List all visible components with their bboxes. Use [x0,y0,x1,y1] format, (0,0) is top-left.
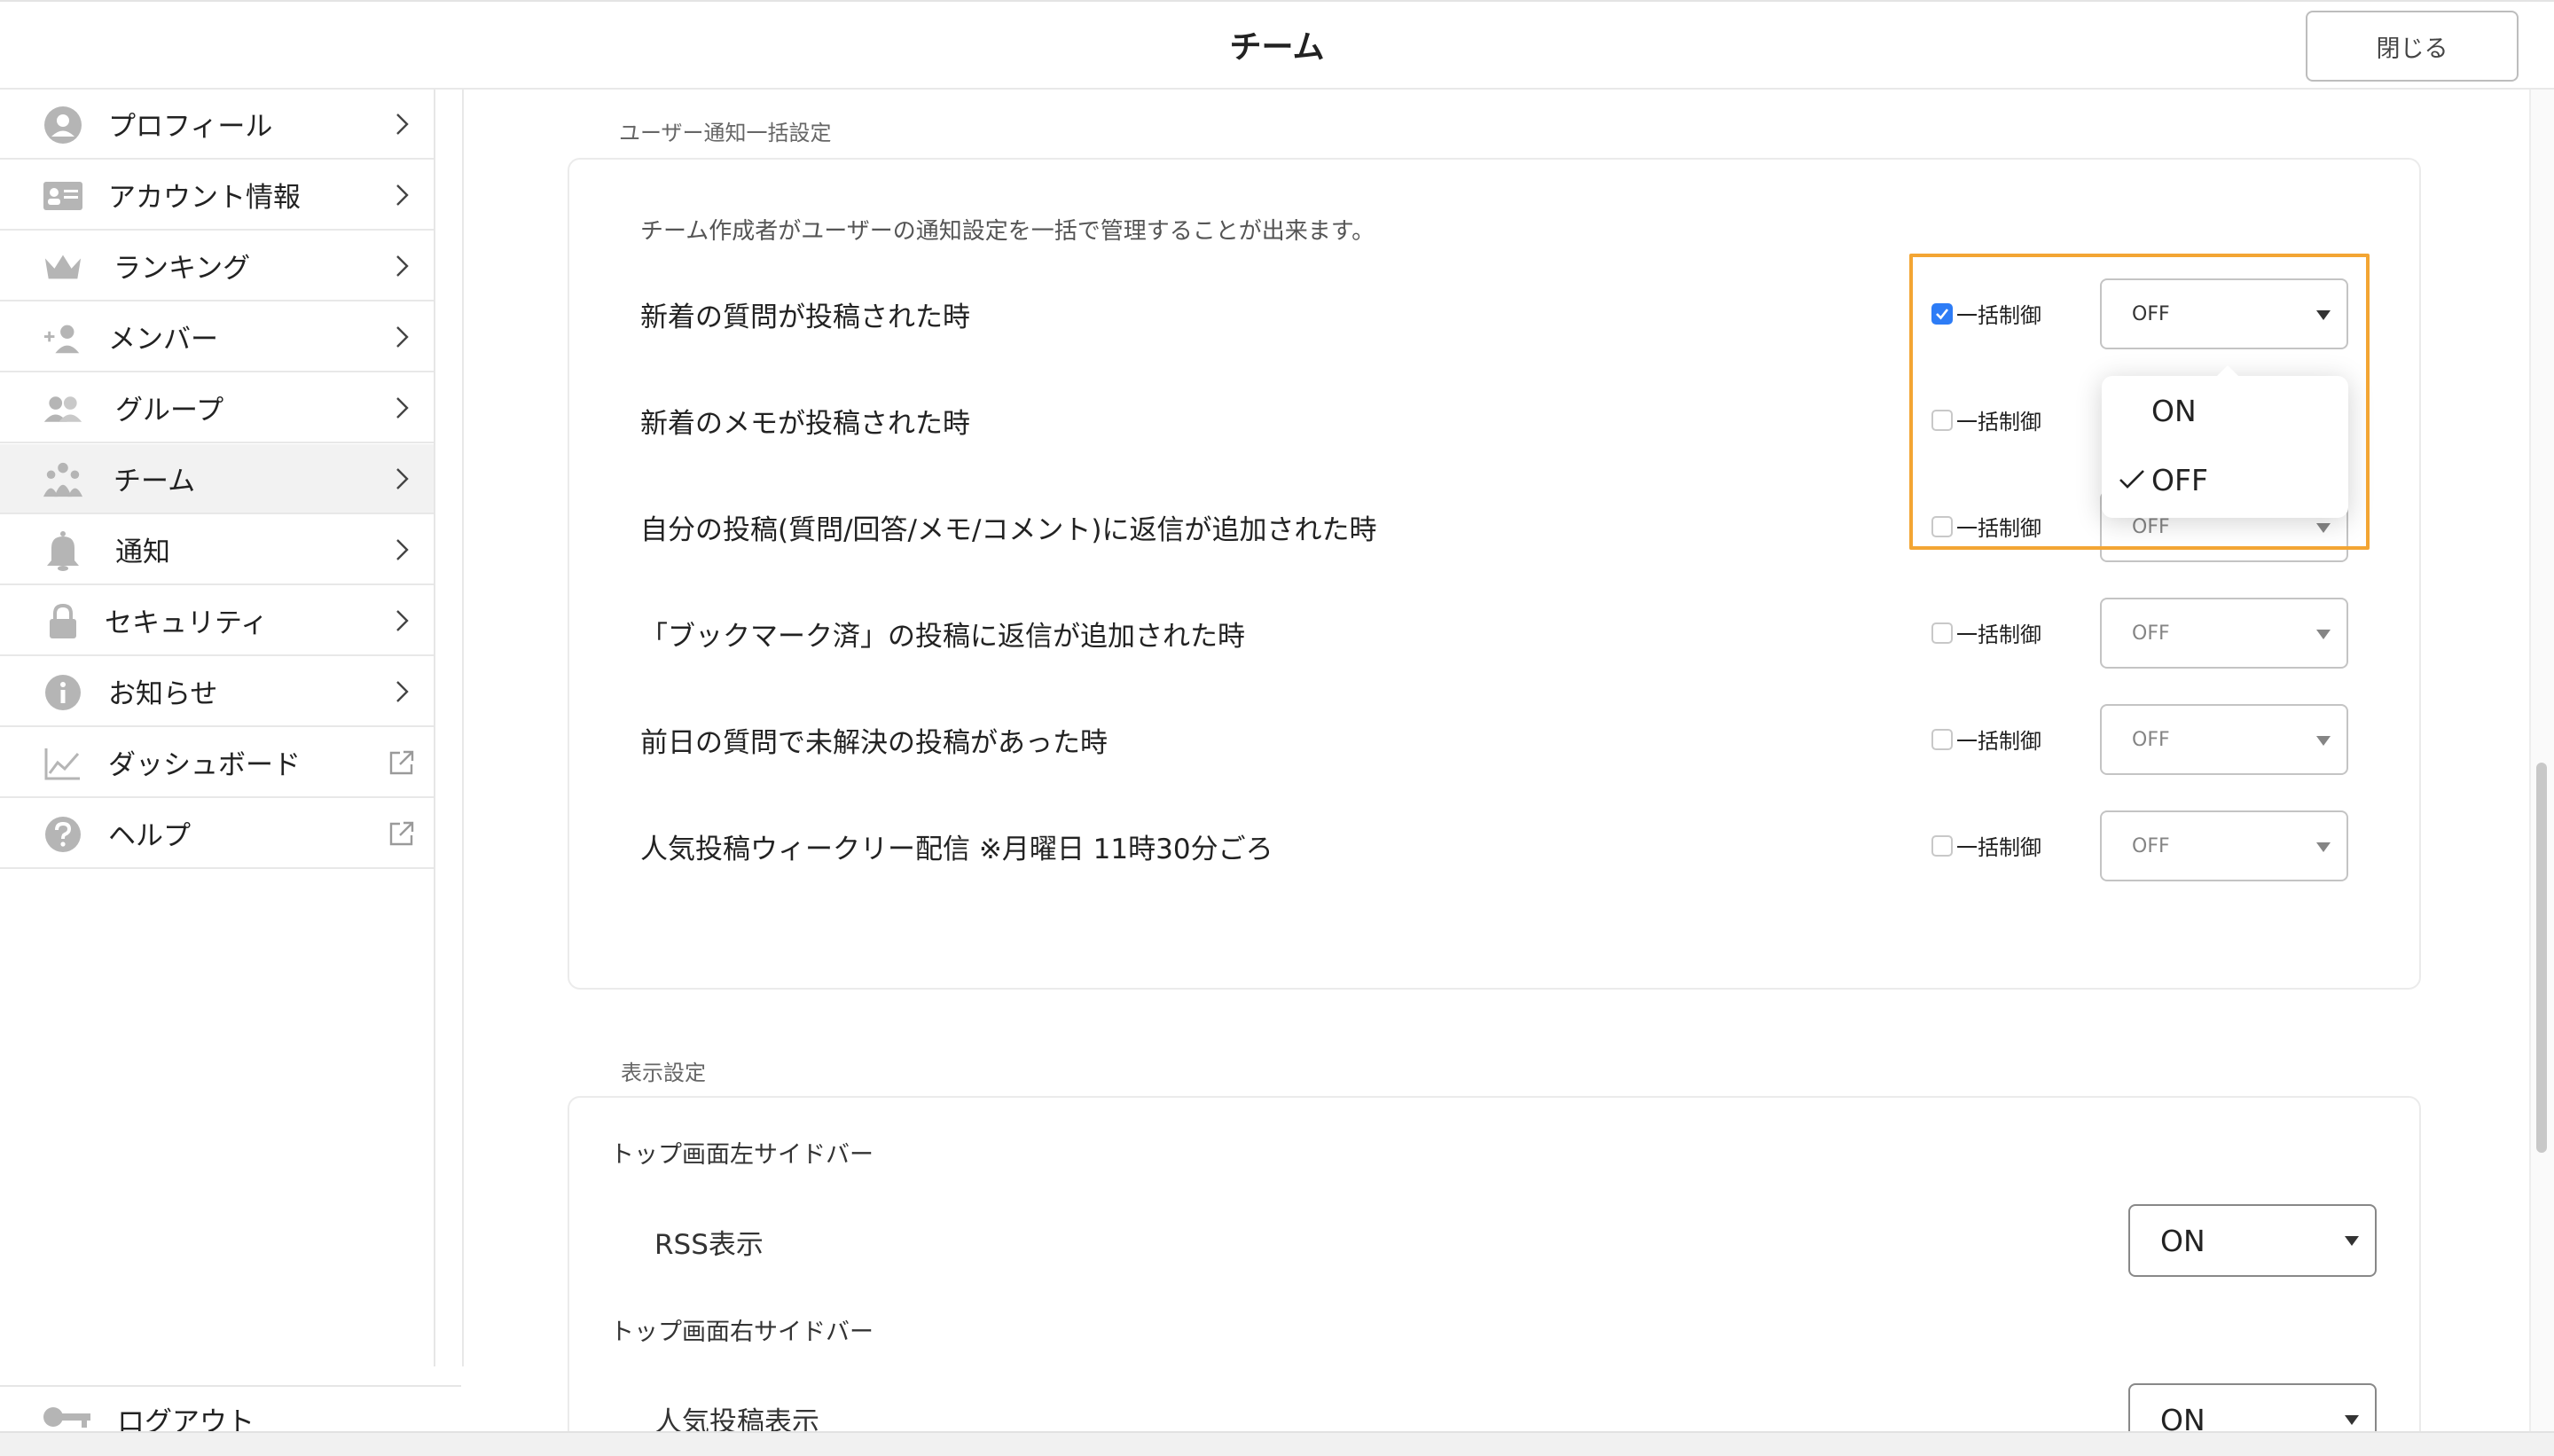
sidebar-item-label: 通知 [115,536,170,568]
select-value: OFF [2132,835,2170,857]
notify-row-label: 自分の投稿(質問/回答/メモ/コメント)に返信が追加された時 [640,514,1377,546]
caret-down-icon [2345,1236,2359,1246]
sidebar-item-members[interactable]: メンバー [0,302,434,372]
highlight-box [1909,254,2370,550]
rss-select[interactable]: ON [2128,1204,2377,1277]
bottom-bar [0,1431,2554,1456]
caret-down-icon [2316,842,2331,852]
sidebar-item-label: お知らせ [108,678,218,710]
sidebar-item-label: ダッシュボード [108,749,301,781]
sidebar-item-ranking[interactable]: ランキング [0,231,434,301]
display-section-title: 表示設定 [621,1061,706,1085]
id-card-icon [43,176,83,215]
select-value: OFF [2132,622,2170,645]
bulk-control-checkbox[interactable] [1931,835,1953,857]
chevron-right-icon [396,681,409,702]
crown-icon [43,247,83,286]
left-sidebar-title: トップ画面左サイドバー [610,1141,874,1169]
sidebar-item-team[interactable]: チーム [0,444,434,514]
sidebar-item-label: メンバー [108,324,218,356]
chevron-right-icon [396,610,409,631]
sidebar-item-account[interactable]: アカウント情報 [0,160,434,231]
chevron-right-icon [396,326,409,348]
chart-icon [43,744,83,783]
right-sidebar-title: トップ画面右サイドバー [610,1319,874,1346]
external-link-icon [389,750,414,775]
notify-row-label: 「ブックマーク済」の投稿に返信が追加された時 [640,621,1245,653]
sidebar-item-label: グループ [115,395,224,427]
select-value: OFF [2132,729,2170,751]
bulk-control-label: 一括制御 [1956,622,2041,647]
chevron-right-icon [396,539,409,560]
sidebar-item-label: プロフィール [108,111,273,143]
chevron-right-icon [396,468,409,489]
sidebar-item-news[interactable]: お知らせ [0,657,434,727]
chevron-right-icon [396,114,409,135]
sidebar-item-security[interactable]: セキュリティ [0,586,434,656]
sidebar-item-profile[interactable]: プロフィール [0,90,434,160]
sidebar-item-dashboard[interactable]: ダッシュボード [0,728,434,798]
close-button[interactable]: 閉じる [2306,11,2519,82]
help-icon [43,815,83,854]
caret-down-icon [2316,736,2331,746]
sidebar-item-help[interactable]: ヘルプ [0,799,434,869]
bulk-control-label: 一括制御 [1956,729,2041,754]
notify-row-label: 前日の質問で未解決の投稿があった時 [640,727,1108,759]
group-icon [43,389,83,428]
sidebar-item-label: チーム [114,466,196,497]
bulk-control-checkbox[interactable] [1931,729,1953,750]
sidebar-item-label: ヘルプ [108,820,191,852]
info-icon [43,673,83,712]
notify-row-label: 新着のメモが投稿された時 [640,408,970,440]
sidebar-item-label: セキュリティ [105,607,269,639]
chevron-right-icon [396,184,409,206]
notify-select[interactable]: OFF [2100,598,2348,669]
add-user-icon [43,318,83,357]
settings-sidebar: プロフィール アカウント情報 ランキング メンバー グループ チーム 通知 セキ… [0,90,435,1366]
notify-row-label: 人気投稿ウィークリー配信 ※月曜日 11時30分ごろ [640,834,1273,865]
sidebar-item-label: ランキング [114,253,251,285]
notify-description: チーム作成者がユーザーの通知設定を一括で管理することが出来ます。 [640,218,1375,245]
bell-icon [43,531,83,571]
team-icon [43,460,83,499]
caret-down-icon [2345,1415,2359,1425]
notify-select[interactable]: OFF [2100,704,2348,775]
user-icon [43,106,83,145]
page-title: チーム [1229,29,1325,66]
chevron-right-icon [396,255,409,277]
top-header: チーム 閉じる [0,0,2554,90]
external-link-icon [389,821,414,846]
chevron-right-icon [396,397,409,419]
select-value: ON [2160,1224,2205,1258]
bulk-control-checkbox[interactable] [1931,622,1953,644]
lock-icon [43,602,83,641]
sidebar-item-label: アカウント情報 [108,182,301,214]
scrollbar-thumb[interactable] [2536,763,2547,1153]
rss-label: RSS表示 [654,1229,764,1261]
notify-section-title: ユーザー通知一括設定 [619,121,832,145]
caret-down-icon [2316,630,2331,639]
notify-select[interactable]: OFF [2100,810,2348,881]
sidebar-item-groups[interactable]: グループ [0,373,434,443]
sidebar-gutter [437,90,464,1366]
bulk-control-label: 一括制御 [1956,835,2041,860]
notify-row-label: 新着の質問が投稿された時 [640,301,970,333]
key-icon [43,1405,92,1435]
sidebar-item-notifications[interactable]: 通知 [0,515,434,585]
